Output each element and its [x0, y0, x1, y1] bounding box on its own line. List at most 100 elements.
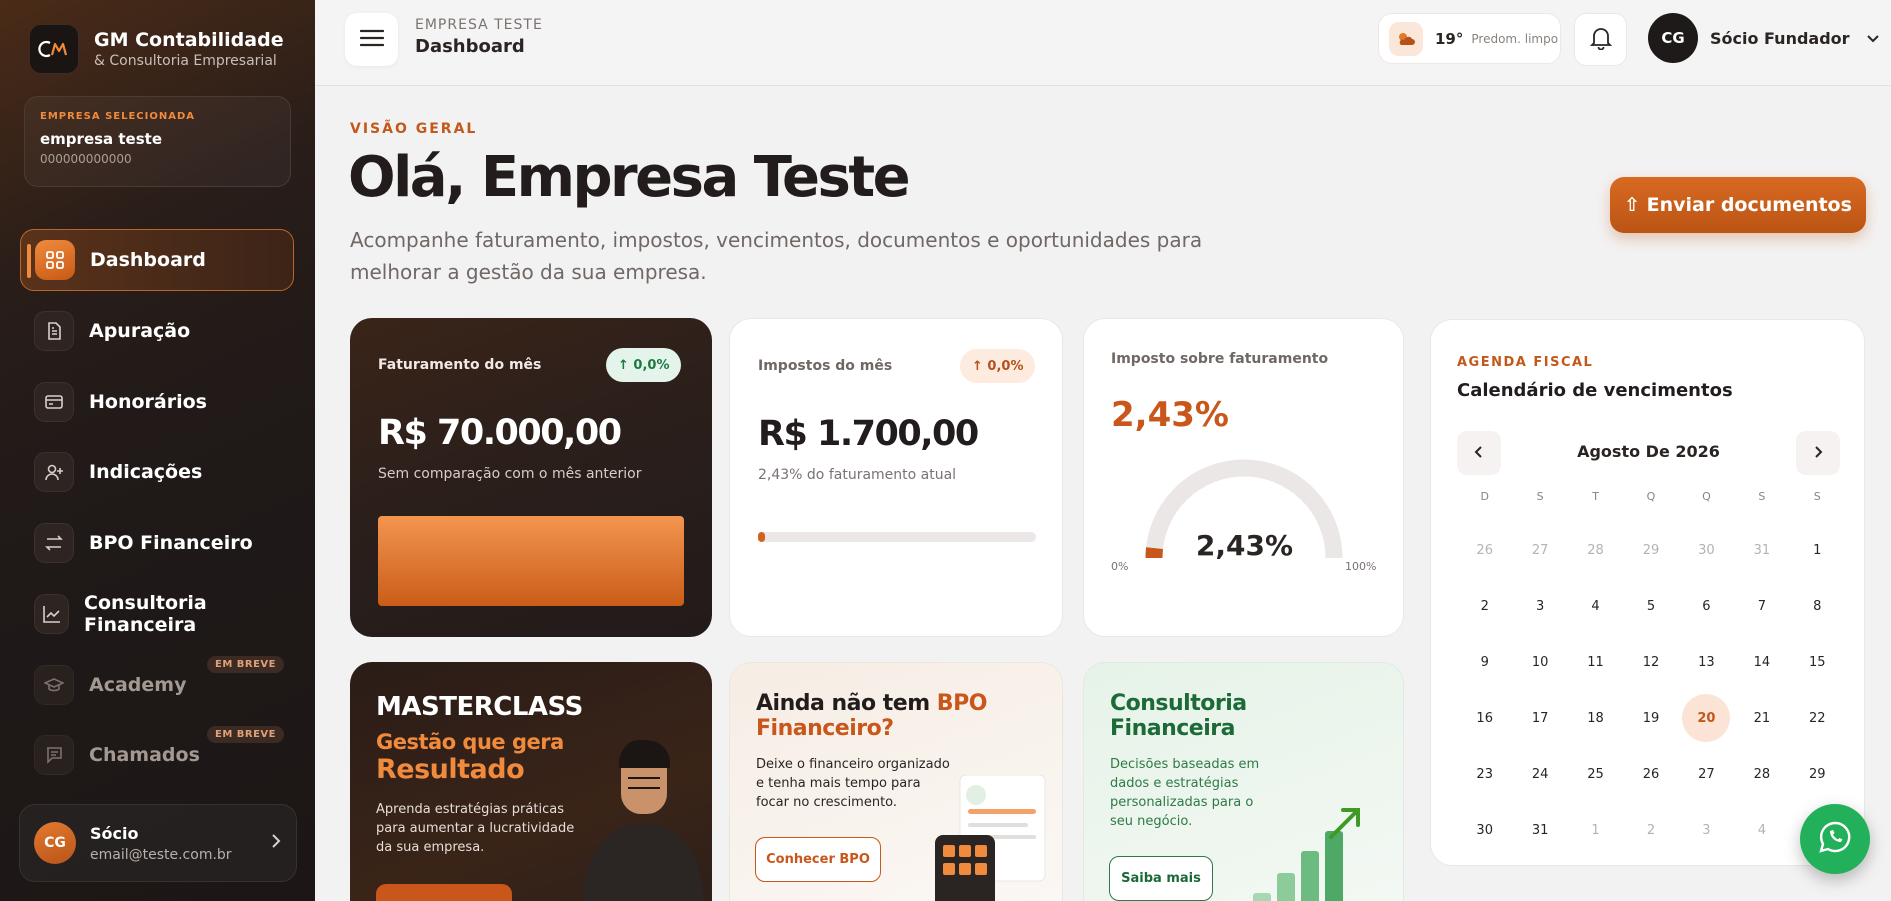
- conhecer-bpo-button[interactable]: Conhecer BPO: [755, 837, 881, 882]
- sidebar-item-bpo-financeiro[interactable]: BPO Financeiro: [20, 512, 294, 574]
- calendar-day[interactable]: 10: [1512, 634, 1567, 690]
- calendar-day-number: 14: [1753, 654, 1771, 670]
- calendar-day[interactable]: 17: [1512, 690, 1567, 746]
- calendar-eyebrow: AGENDA FISCAL: [1457, 355, 1594, 370]
- calendar-day[interactable]: 30: [1679, 522, 1734, 578]
- selected-company-card[interactable]: EMPRESA SELECIONADA empresa teste 000000…: [24, 96, 291, 187]
- calendar-day-number: 13: [1698, 654, 1715, 670]
- saiba-mais-button[interactable]: Saiba mais: [1109, 856, 1213, 901]
- calendar-day[interactable]: 1: [1568, 802, 1623, 858]
- sidebar-item-label: Honorários: [89, 391, 207, 413]
- calendar-weekday: S: [1758, 490, 1766, 503]
- user-card[interactable]: CG Sócio email@teste.com.br: [19, 804, 297, 882]
- calendar-day[interactable]: 4: [1734, 802, 1789, 858]
- next-month-button[interactable]: [1796, 431, 1840, 475]
- calendar-day-number: 6: [1702, 598, 1711, 614]
- masterclass-card[interactable]: MASTERCLASS Gestão que gera Resultado Ap…: [350, 662, 712, 901]
- card-label: Faturamento do mês: [378, 357, 542, 373]
- breadcrumb-company: EMPRESA TESTE: [415, 17, 543, 33]
- calendar-day[interactable]: 21: [1734, 690, 1789, 746]
- calendar-day-number: 3: [1535, 598, 1545, 614]
- notifications-button[interactable]: [1574, 13, 1627, 66]
- bpo-title-highlight: BPO: [936, 691, 988, 716]
- calendar-day[interactable]: 23: [1457, 746, 1512, 802]
- weather-widget[interactable]: 19° Predom. limpo: [1378, 13, 1561, 64]
- calendar-day[interactable]: 6: [1679, 578, 1734, 634]
- calendar-day[interactable]: 4: [1568, 578, 1623, 634]
- tax-ratio-card[interactable]: Imposto sobre faturamento 2,43% 2,43% 0%…: [1083, 318, 1404, 637]
- masterclass-title: MASTERCLASS: [376, 692, 583, 722]
- bpo-promo-card[interactable]: Ainda não tem BPO Financeiro? Deixe o fin…: [729, 662, 1063, 901]
- calendar-day[interactable]: 18: [1568, 690, 1623, 746]
- calendar-day[interactable]: 30: [1457, 802, 1512, 858]
- calendar-day[interactable]: 15: [1790, 634, 1845, 690]
- calendar-day[interactable]: 5: [1623, 578, 1678, 634]
- calendar-day[interactable]: 19: [1623, 690, 1678, 746]
- profile-menu[interactable]: CG Sócio Fundador: [1648, 13, 1880, 63]
- calendar-day[interactable]: 9: [1457, 634, 1512, 690]
- bpo-title-part: Ainda não tem: [756, 691, 937, 716]
- taxes-card[interactable]: Impostos do mês ↑ 0,0% R$ 1.700,00 2,43%…: [729, 318, 1063, 637]
- calendar-day[interactable]: 24: [1512, 746, 1567, 802]
- cloud-sun-icon: [1389, 21, 1423, 56]
- calendar-day[interactable]: 2: [1457, 578, 1512, 634]
- sidebar-item-dashboard[interactable]: Dashboard: [20, 229, 294, 291]
- calendar-day-number: 26: [1476, 542, 1493, 558]
- calendar-day-number: 21: [1753, 710, 1771, 726]
- calendar-day[interactable]: 29: [1623, 522, 1678, 578]
- chat-icon: [34, 735, 74, 775]
- calendar-day[interactable]: 28: [1568, 522, 1623, 578]
- sidebar-item-academy[interactable]: Academy EM BREVE: [20, 654, 294, 716]
- calendar-day-number: 10: [1531, 654, 1549, 670]
- sidebar-item-chamados[interactable]: Chamados EM BREVE: [20, 724, 294, 786]
- calendar-day[interactable]: 12: [1623, 634, 1678, 690]
- sidebar-item-apuracao[interactable]: Apuração: [20, 300, 294, 362]
- calendar-day[interactable]: 27: [1679, 746, 1734, 802]
- coming-soon-badge: EM BREVE: [207, 656, 284, 673]
- sidebar-item-label: Dashboard: [90, 249, 206, 271]
- masterclass-button[interactable]: [376, 884, 512, 901]
- revenue-value: R$ 70.000,00: [378, 413, 622, 453]
- calendar-day[interactable]: 3: [1679, 802, 1734, 858]
- calendar-day-number: 25: [1587, 766, 1604, 782]
- consultoria-promo-card[interactable]: Consultoria Financeira Decisões baseadas …: [1083, 662, 1404, 901]
- calendar-day[interactable]: 2: [1623, 802, 1678, 858]
- calendar-day[interactable]: 25: [1568, 746, 1623, 802]
- calendar-day[interactable]: 1: [1790, 522, 1845, 578]
- calendar-day[interactable]: 8: [1790, 578, 1845, 634]
- calendar-day[interactable]: 29: [1790, 746, 1845, 802]
- calendar-day[interactable]: 31: [1734, 522, 1789, 578]
- sidebar-item-consultoria-financeira[interactable]: Consultoria Financeira: [20, 583, 294, 645]
- fiscal-calendar-card: AGENDA FISCAL Calendário de vencimentos …: [1430, 319, 1865, 866]
- calendar-title: Calendário de vencimentos: [1457, 380, 1733, 401]
- prev-month-button[interactable]: [1457, 431, 1501, 475]
- calendar-weekday: S: [1536, 490, 1544, 503]
- calendar-day[interactable]: 14: [1734, 634, 1789, 690]
- sidebar-item-indicacoes[interactable]: Indicações: [20, 441, 294, 503]
- section-eyebrow: VISÃO GERAL: [350, 121, 478, 137]
- send-documents-button[interactable]: ⇧ Enviar documentos: [1610, 177, 1866, 233]
- calendar-day-number: 12: [1642, 654, 1660, 670]
- sidebar-item-honorarios[interactable]: Honorários: [20, 371, 294, 433]
- calendar-day[interactable]: 26: [1457, 522, 1512, 578]
- calendar-day[interactable]: 11: [1568, 634, 1623, 690]
- swap-arrows-icon: [34, 523, 74, 563]
- whatsapp-button[interactable]: [1800, 804, 1870, 874]
- calendar-day[interactable]: 16: [1457, 690, 1512, 746]
- calendar-day[interactable]: 28: [1734, 746, 1789, 802]
- calendar-day[interactable]: 3: [1512, 578, 1567, 634]
- brand[interactable]: GM Contabilidade & Consultoria Empresari…: [29, 24, 284, 74]
- calendar-day[interactable]: 7: [1734, 578, 1789, 634]
- calendar-day[interactable]: 31: [1512, 802, 1567, 858]
- calendar-day[interactable]: 13: [1679, 634, 1734, 690]
- calendar-day[interactable]: 22: [1790, 690, 1845, 746]
- revenue-card[interactable]: Faturamento do mês ↑ 0,0% R$ 70.000,00 S…: [350, 318, 712, 637]
- calendar-day-today[interactable]: 20: [1679, 690, 1734, 746]
- calendar-day-number: 8: [1813, 598, 1822, 614]
- menu-button[interactable]: [345, 13, 398, 66]
- credit-card-icon: [34, 382, 74, 422]
- calendar-day-number: 9: [1480, 654, 1489, 670]
- calendar-day[interactable]: 27: [1512, 522, 1567, 578]
- calendar-day[interactable]: 26: [1623, 746, 1678, 802]
- consultoria-title-line2: Financeira: [1110, 716, 1235, 741]
